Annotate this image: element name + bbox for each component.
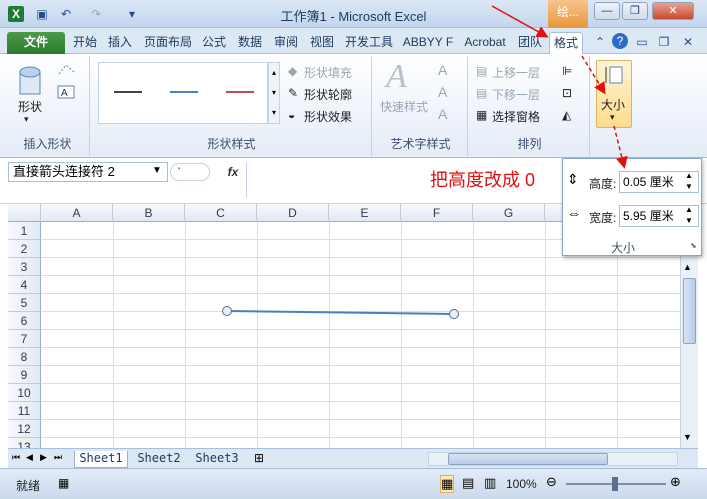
insert-sheet-icon[interactable]: ⊞ (254, 451, 264, 465)
status-ready: 就绪 (16, 479, 41, 493)
arrow-to-height-field (613, 125, 628, 169)
sheet-tab[interactable]: Sheet2 (132, 451, 186, 468)
arrow-to-size-button (581, 55, 606, 95)
zoom-in-icon[interactable]: ⊕ (670, 474, 681, 490)
normal-view-icon[interactable]: ▦ (440, 475, 455, 493)
zoom-level[interactable]: 100% (506, 477, 537, 491)
macro-record-icon[interactable]: ▦ (58, 476, 69, 490)
sheet-tab[interactable]: Sheet3 (190, 451, 244, 468)
annotation-arrows (491, 5, 628, 169)
page-layout-view-icon[interactable]: ▤ (462, 475, 474, 491)
first-sheet-icon[interactable]: ⏮ (12, 452, 20, 463)
last-sheet-icon[interactable]: ⏭ (54, 452, 62, 463)
sheet-tab[interactable]: Sheet1 (74, 451, 128, 468)
page-break-view-icon[interactable]: ▥ (484, 475, 496, 491)
prev-sheet-icon[interactable]: ◀ (26, 452, 33, 463)
zoom-slider-thumb[interactable] (612, 477, 618, 491)
horizontal-scroll-thumb[interactable] (448, 453, 608, 465)
zoom-out-icon[interactable]: ⊖ (546, 474, 557, 490)
status-bar: 就绪 ▦ ▦ ▤ ▥ 100% ⊖ ⊕ (0, 468, 707, 499)
next-sheet-icon[interactable]: ▶ (40, 452, 47, 463)
sheet-tab-bar: ⏮ ◀ ▶ ⏭ Sheet1 Sheet2 Sheet3 ⊞ (8, 448, 698, 468)
arrow-to-format-tab (491, 5, 549, 38)
